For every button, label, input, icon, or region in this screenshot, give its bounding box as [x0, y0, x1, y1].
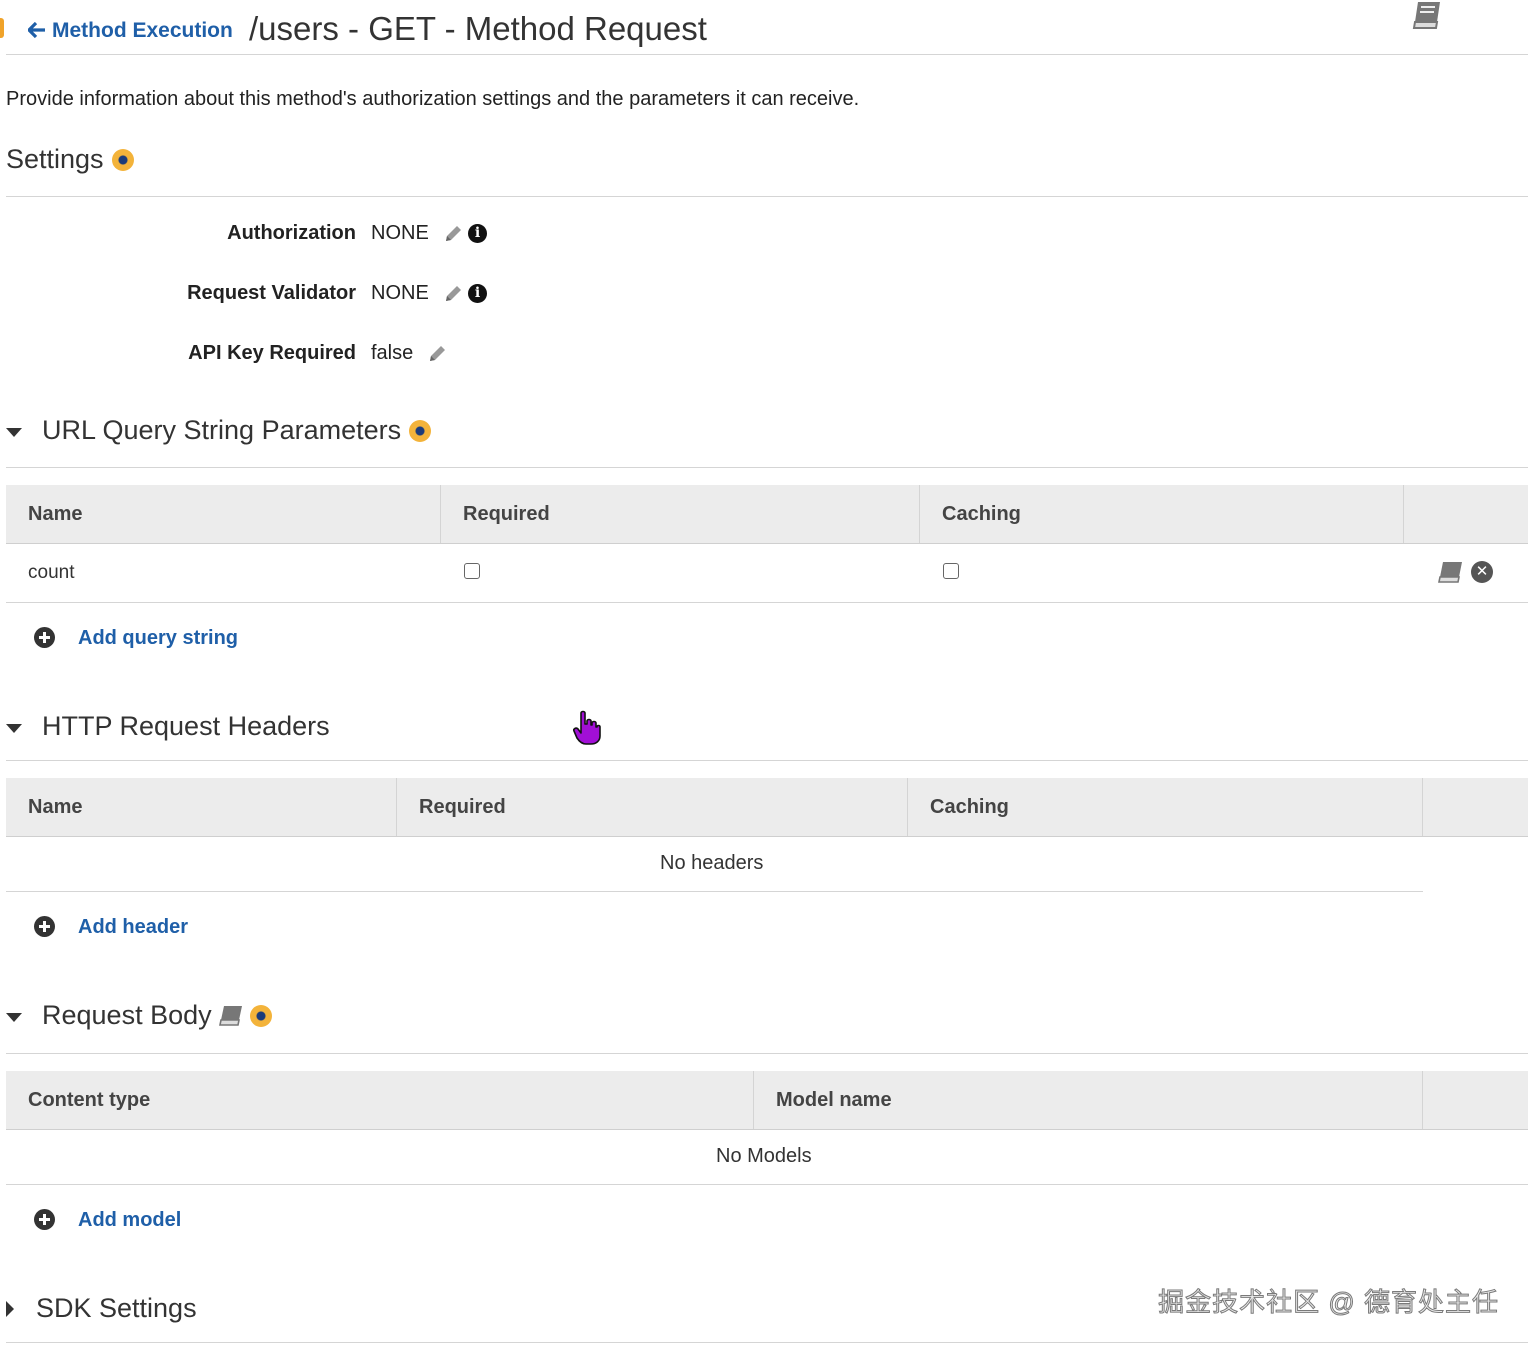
request-body-title: Request Body — [42, 1000, 212, 1030]
param-name-cell: count — [28, 562, 75, 583]
column-separator — [1422, 1071, 1423, 1129]
header-divider — [6, 54, 1528, 55]
back-to-method-execution-link[interactable]: Method Execution — [27, 19, 233, 43]
settings-title: Settings — [6, 144, 104, 174]
request-validator-label: Request Validator — [187, 282, 356, 304]
no-headers-message: No headers — [660, 852, 764, 874]
request-validator-value: NONE — [371, 282, 429, 304]
settings-divider — [6, 196, 1528, 197]
query-params-divider — [6, 467, 1528, 468]
remove-param-close-icon[interactable]: ✕ — [1471, 561, 1493, 583]
edit-authorization-pencil-icon[interactable] — [443, 224, 463, 244]
add-circle-icon[interactable] — [34, 1209, 55, 1230]
headers-heading[interactable]: HTTP Request Headers — [42, 711, 330, 742]
add-model-link[interactable]: Add model — [78, 1209, 181, 1232]
documentation-book-icon[interactable] — [1410, 0, 1444, 30]
expand-sdk-settings-caret-icon[interactable] — [6, 1301, 14, 1317]
column-header-required: Required — [463, 503, 550, 525]
column-separator — [1422, 778, 1423, 836]
collapse-headers-caret-icon[interactable] — [6, 724, 22, 733]
sdk-settings-heading[interactable]: SDK Settings — [36, 1293, 197, 1324]
api-key-required-label: API Key Required — [188, 342, 356, 364]
add-circle-icon[interactable] — [34, 916, 55, 937]
headers-title: HTTP Request Headers — [42, 711, 330, 741]
required-checkbox[interactable] — [464, 563, 480, 579]
request-body-divider — [6, 1053, 1528, 1054]
add-circle-icon[interactable] — [34, 627, 55, 648]
row-divider — [6, 891, 1423, 892]
collapse-query-params-caret-icon[interactable] — [6, 428, 22, 437]
column-header-name: Name — [28, 796, 83, 818]
authorization-label: Authorization — [227, 222, 356, 244]
query-params-title: URL Query String Parameters — [42, 415, 402, 445]
column-separator — [1403, 485, 1404, 543]
row-divider — [6, 602, 1528, 603]
authorization-value: NONE — [371, 222, 429, 244]
add-header-link[interactable]: Add header — [78, 916, 188, 939]
watermark-text: 掘金技术社区 @ 德育处主任 — [1158, 1287, 1499, 1318]
authorization-info-icon[interactable]: i — [468, 224, 487, 243]
help-orb-icon[interactable] — [409, 419, 432, 442]
sdk-settings-title: SDK Settings — [36, 1293, 197, 1323]
no-models-message: No Models — [716, 1145, 812, 1167]
caching-checkbox[interactable] — [943, 563, 959, 579]
edit-api-key-pencil-icon[interactable] — [427, 344, 447, 364]
request-validator-info-icon[interactable]: i — [468, 284, 487, 303]
settings-heading: Settings — [6, 144, 134, 175]
column-header-name: Name — [28, 503, 83, 525]
query-params-table-header: Name Required Caching — [6, 485, 1528, 544]
page-title: /users - GET - Method Request — [249, 10, 707, 47]
help-orb-icon[interactable] — [249, 1004, 272, 1027]
headers-table-header: Name Required Caching — [6, 778, 1528, 837]
column-header-model-name: Model name — [776, 1089, 892, 1111]
column-header-caching: Caching — [930, 796, 1009, 818]
sdk-divider — [6, 1342, 1528, 1343]
help-orb-icon[interactable] — [111, 148, 134, 171]
column-header-content-type: Content type — [28, 1089, 151, 1111]
back-link-label: Method Execution — [52, 19, 233, 42]
accent-marker — [0, 18, 4, 38]
column-header-caching: Caching — [942, 503, 1021, 525]
documentation-book-icon[interactable] — [218, 1004, 244, 1028]
request-body-table-header: Content type Model name — [6, 1071, 1528, 1130]
query-params-heading[interactable]: URL Query String Parameters — [42, 415, 432, 446]
edit-request-validator-pencil-icon[interactable] — [443, 284, 463, 304]
collapse-request-body-caret-icon[interactable] — [6, 1013, 22, 1022]
headers-divider — [6, 760, 1528, 761]
api-key-required-value: false — [371, 342, 414, 364]
column-header-required: Required — [419, 796, 506, 818]
request-body-heading[interactable]: Request Body — [42, 1000, 272, 1031]
arrow-left-icon — [27, 19, 46, 43]
documentation-book-icon[interactable] — [1437, 560, 1464, 584]
hand-pointer-cursor-icon — [572, 710, 602, 746]
row-divider — [6, 1184, 1528, 1185]
page-description: Provide information about this method's … — [6, 88, 860, 110]
add-query-string-link[interactable]: Add query string — [78, 627, 238, 650]
